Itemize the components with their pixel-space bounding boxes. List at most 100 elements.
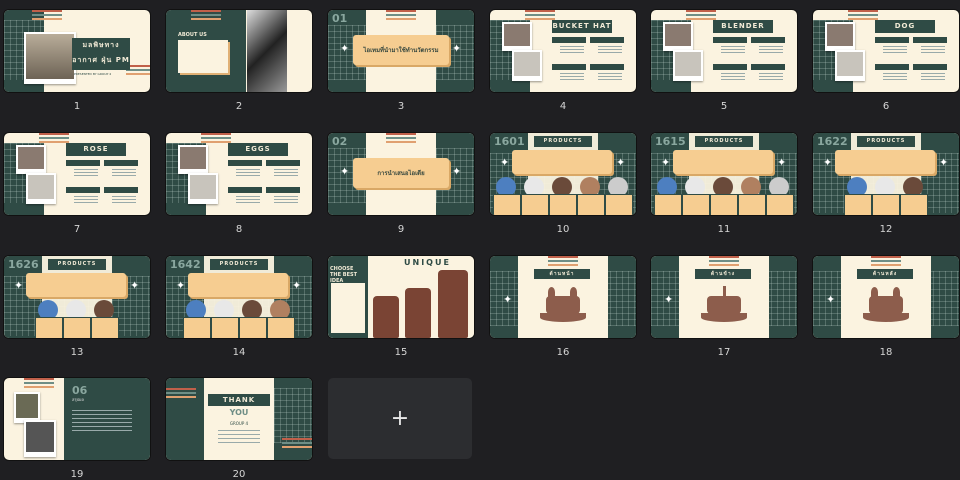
sparkle-icon: ✦ xyxy=(503,293,513,306)
info-title: EGGS xyxy=(228,143,288,156)
info-heading xyxy=(751,37,785,43)
text-line xyxy=(236,199,260,200)
text-line xyxy=(759,73,783,74)
wave-decor xyxy=(871,256,901,268)
slide-thumbnail-2[interactable]: ABOUT US xyxy=(166,10,312,92)
text-line xyxy=(274,196,298,197)
slide-thumbnail-1[interactable]: มลพิษทางอากาศ ฝุ่น PM 2.5 PRESENTED BY GR… xyxy=(4,10,150,92)
add-slide-button[interactable]: + xyxy=(328,378,472,459)
bottle-chart xyxy=(438,270,468,338)
info-title: ROSE xyxy=(66,143,126,156)
slide-thumbnail-12[interactable]: 1622 PRODUCTS ✦ ✦ xyxy=(813,133,959,215)
slide-thumbnail-15[interactable]: CHOOSE THE BEST IDEA UNIQUE xyxy=(328,256,474,338)
slide-thumbnail-10[interactable]: 1601 PRODUCTS ✦ ✦ xyxy=(490,133,636,215)
product-card xyxy=(900,194,928,215)
slide-thumbnail-18[interactable]: ด้านหลัง ✦ xyxy=(813,256,959,338)
plus-icon: + xyxy=(390,406,410,431)
slide-number: 19 xyxy=(70,469,84,480)
text-line xyxy=(598,52,622,53)
slide-thumbnail-3[interactable]: 01 ไอเทมที่นำมาใช้ทำนวัตกรรม ✦ ✦ xyxy=(328,10,474,92)
text-line xyxy=(72,426,132,427)
view-title: ด้านข้าง xyxy=(695,269,751,279)
slide-thumbnail-14[interactable]: 1642 PRODUCTS ✦ ✦ xyxy=(166,256,312,338)
sparkle-icon: ✦ xyxy=(452,165,462,178)
idea-list xyxy=(331,283,365,333)
slide-thumbnail-20[interactable]: THANK YOU GROUP 4 xyxy=(166,378,312,460)
text-line xyxy=(598,76,622,77)
text-line xyxy=(883,49,907,50)
info-heading xyxy=(104,187,138,193)
slide-thumbnail-7[interactable]: ROSE xyxy=(4,133,150,215)
slide-thumbnail-4[interactable]: BUCKET HAT xyxy=(490,10,636,92)
slide-cell: ROSE 7 xyxy=(4,133,150,235)
section-title: การนำเสนอไอเดีย xyxy=(353,158,449,188)
slide-number: 12 xyxy=(879,224,893,235)
products-title: PRODUCTS xyxy=(857,136,915,147)
slide-number: 20 xyxy=(232,469,246,480)
slide-cell: 1601 PRODUCTS ✦ ✦ 10 xyxy=(490,133,636,235)
wave-decor xyxy=(39,133,69,145)
info-heading xyxy=(266,160,300,166)
item-photo xyxy=(825,22,855,51)
wave-decor xyxy=(282,438,312,450)
item-photo xyxy=(663,22,693,51)
wave-decor xyxy=(166,388,196,400)
slide-thumbnail-6[interactable]: DOG xyxy=(813,10,959,92)
text-line xyxy=(560,73,584,74)
text-line xyxy=(218,438,260,439)
sparkle-icon: ✦ xyxy=(939,156,949,169)
products-title: PRODUCTS xyxy=(48,259,106,270)
sparkle-icon: ✦ xyxy=(292,279,302,292)
text-line xyxy=(74,175,98,176)
text-line xyxy=(921,76,945,77)
slide-thumbnail-5[interactable]: BLENDER xyxy=(651,10,797,92)
slide-cell: THANK YOU GROUP 4 20 xyxy=(166,378,312,480)
slide-thumbnail-8[interactable]: EGGS xyxy=(166,133,312,215)
text-line xyxy=(112,172,136,173)
info-heading xyxy=(552,64,586,70)
sparkle-icon: ✦ xyxy=(777,156,787,169)
text-line xyxy=(236,202,260,203)
slide-number: 4 xyxy=(559,101,567,112)
text-line xyxy=(721,52,745,53)
info-heading xyxy=(228,160,262,166)
text-line xyxy=(598,49,622,50)
info-heading xyxy=(66,187,100,193)
info-heading xyxy=(713,64,747,70)
product-card xyxy=(605,194,633,215)
text-line xyxy=(883,76,907,77)
slide-thumbnail-19[interactable]: 06 สรุปผล xyxy=(4,378,150,460)
text-line xyxy=(112,199,136,200)
slide-cell: EGGS 8 xyxy=(166,133,312,235)
slide-cell: DOG 6 xyxy=(813,10,959,112)
thanks-subtitle: GROUP 4 xyxy=(229,421,249,426)
summary-photo xyxy=(14,392,40,423)
grid-pattern xyxy=(274,388,312,443)
slide-cell: BLENDER 5 xyxy=(651,10,797,112)
hat-brim xyxy=(540,313,586,322)
wave-decor xyxy=(191,10,221,22)
hat-brim xyxy=(863,313,909,322)
text-line xyxy=(721,46,745,47)
sparkle-icon: ✦ xyxy=(176,279,186,292)
summary-title: สรุปผล xyxy=(72,397,84,402)
info-title: BUCKET HAT xyxy=(552,20,612,33)
slide-thumbnail-11[interactable]: 1615 PRODUCTS ✦ ✦ xyxy=(651,133,797,215)
slide-thumbnail-9[interactable]: 02 การนำเสนอไอเดีย ✦ ✦ xyxy=(328,133,474,215)
hat-crown xyxy=(546,296,580,314)
slide-thumbnail-13[interactable]: 1626 PRODUCTS ✦ ✦ xyxy=(4,256,150,338)
text-line xyxy=(759,46,783,47)
text-line xyxy=(921,49,945,50)
item-photo xyxy=(178,145,208,174)
text-line xyxy=(74,169,98,170)
text-line xyxy=(921,46,945,47)
info-title: DOG xyxy=(875,20,935,33)
slide-thumbnail-17[interactable]: ด้านข้าง ✦ xyxy=(651,256,797,338)
text-line xyxy=(218,442,260,443)
wave-decor xyxy=(548,256,578,268)
slide-thumbnail-16[interactable]: ด้านหน้า ✦ xyxy=(490,256,636,338)
text-line xyxy=(72,422,132,423)
info-heading xyxy=(590,37,624,43)
slide-number: 15 xyxy=(394,347,408,358)
item-photo xyxy=(835,50,865,81)
